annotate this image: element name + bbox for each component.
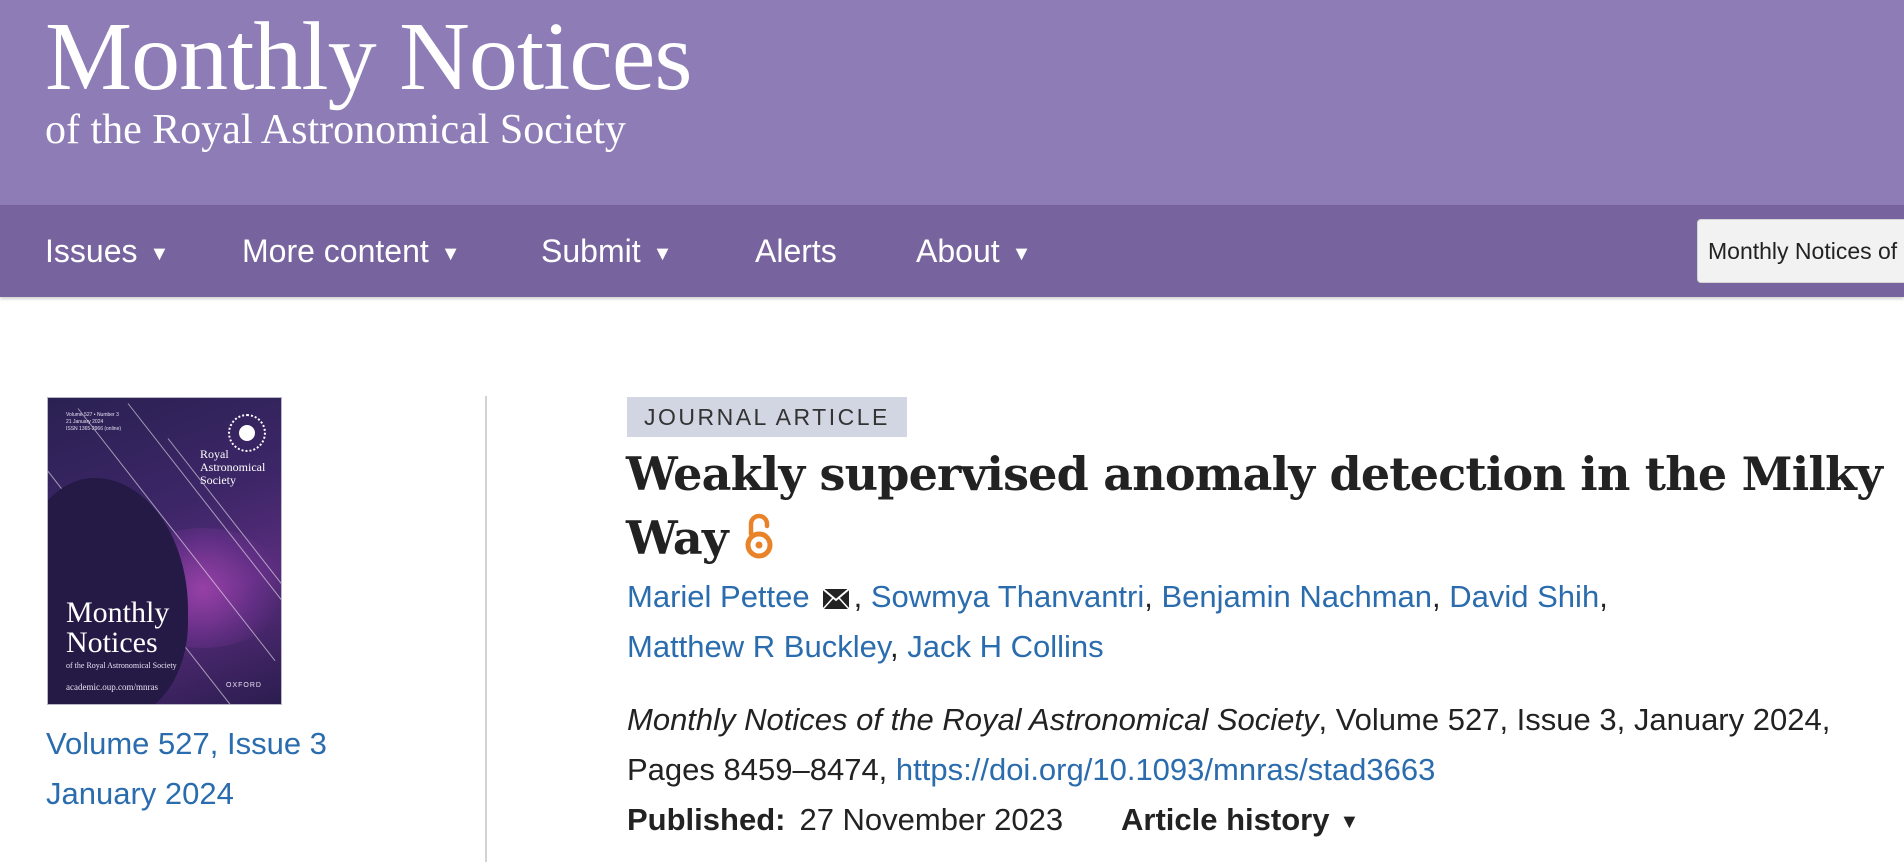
published-date: 27 November 2023 — [799, 802, 1064, 837]
author-link[interactable]: Jack H Collins — [907, 629, 1103, 664]
chevron-down-icon: ▼ — [149, 243, 170, 265]
cover-url: academic.oup.com/mnras — [66, 682, 158, 692]
citation-pages: Pages 8459–8474, — [627, 752, 896, 787]
nav-submit-label: Submit — [541, 233, 641, 269]
chevron-down-icon: ▼ — [652, 243, 673, 265]
doi-link[interactable]: https://doi.org/10.1093/mnras/stad3663 — [896, 752, 1435, 787]
cover-title: Monthly Notices — [66, 598, 169, 658]
open-access-lock-icon — [744, 512, 774, 576]
cover-issn-text: ISSN 1365-2966 (online) — [66, 426, 122, 432]
article-history-label: Article history — [1121, 802, 1330, 837]
published-label: Published: — [627, 802, 786, 837]
search-scope-select[interactable]: Monthly Notices of t — [1697, 219, 1904, 283]
issue-cover-image[interactable]: Volume 527 • Number 3 21 January 2024 IS… — [47, 397, 282, 705]
article-title-text: Way — [626, 511, 729, 565]
envelope-icon[interactable] — [821, 575, 850, 625]
cover-silhouette — [48, 478, 188, 704]
citation-line-1: Monthly Notices of the Royal Astronomica… — [627, 695, 1830, 745]
cover-title-line: Monthly — [66, 596, 170, 629]
journal-title[interactable]: Monthly Notices — [45, 2, 692, 112]
chevron-down-icon: ▼ — [1011, 243, 1032, 265]
article-type-badge: JOURNAL ARTICLE — [627, 397, 907, 437]
cover-society-name: Royal Astronomical Society — [200, 448, 280, 487]
ras-sunburst-logo-icon — [228, 414, 266, 452]
journal-masthead[interactable]: Monthly Notices of the Royal Astronomica… — [0, 0, 1904, 205]
citation-journal: Monthly Notices of the Royal Astronomica… — [627, 702, 1319, 737]
nav-about-label: About — [916, 233, 1000, 269]
cover-date-text: 21 January 2024 — [66, 419, 104, 425]
author-link[interactable]: Sowmya Thanvantri — [871, 579, 1144, 614]
nav-about[interactable]: About ▼ — [916, 205, 1031, 297]
chevron-down-icon: ▼ — [440, 243, 461, 265]
author-link[interactable]: Benjamin Nachman — [1162, 579, 1433, 614]
column-divider — [485, 396, 487, 862]
chevron-down-icon: ▼ — [1339, 811, 1360, 833]
article-history-toggle[interactable]: Article history ▼ — [1121, 795, 1359, 849]
main-navigation: Issues ▼ More content ▼ Submit ▼ Alerts Abo… — [0, 205, 1904, 297]
author-link[interactable]: Matthew R Buckley — [627, 629, 890, 664]
citation-line-2: Pages 8459–8474, https://doi.org/10.1093… — [627, 745, 1435, 795]
nav-more-content[interactable]: More content ▼ — [242, 205, 461, 297]
issue-volume-link[interactable]: Volume 527, Issue 3 — [46, 719, 327, 769]
nav-submit[interactable]: Submit ▼ — [541, 205, 672, 297]
nav-issues-label: Issues — [45, 233, 138, 269]
nav-more-content-label: More content — [242, 233, 429, 269]
nav-alerts-label: Alerts — [755, 233, 837, 269]
cover-title-line: Notices — [66, 626, 158, 659]
cover-subtitle: of the Royal Astronomical Society — [66, 661, 177, 670]
article-title-line: Weakly supervised anomaly detection in t… — [626, 447, 1883, 501]
cover-publisher: OXFORD — [226, 682, 262, 689]
author-link[interactable]: Mariel Pettee — [627, 579, 810, 614]
nav-alerts[interactable]: Alerts — [755, 205, 837, 297]
cover-society-line: Society — [200, 473, 236, 487]
cover-volume-text: Volume 527 • Number 3 — [66, 412, 119, 418]
author-list-line-2: Matthew R Buckley, Jack H Collins — [627, 629, 1104, 664]
author-list: Mariel Pettee, Sowmya Thanvantri, Benjam… — [627, 572, 1608, 625]
published-info: Published: 27 November 2023 — [627, 795, 1063, 845]
author-link[interactable]: David Shih — [1449, 579, 1599, 614]
cover-issue-info: Volume 527 • Number 3 21 January 2024 IS… — [66, 412, 121, 433]
article-title-line-2: Way — [626, 506, 774, 576]
journal-subtitle[interactable]: of the Royal Astronomical Society — [45, 104, 626, 156]
citation-volume-info: , Volume 527, Issue 3, January 2024, — [1318, 702, 1831, 737]
issue-date-link[interactable]: January 2024 — [46, 769, 234, 819]
nav-issues[interactable]: Issues ▼ — [45, 205, 169, 297]
